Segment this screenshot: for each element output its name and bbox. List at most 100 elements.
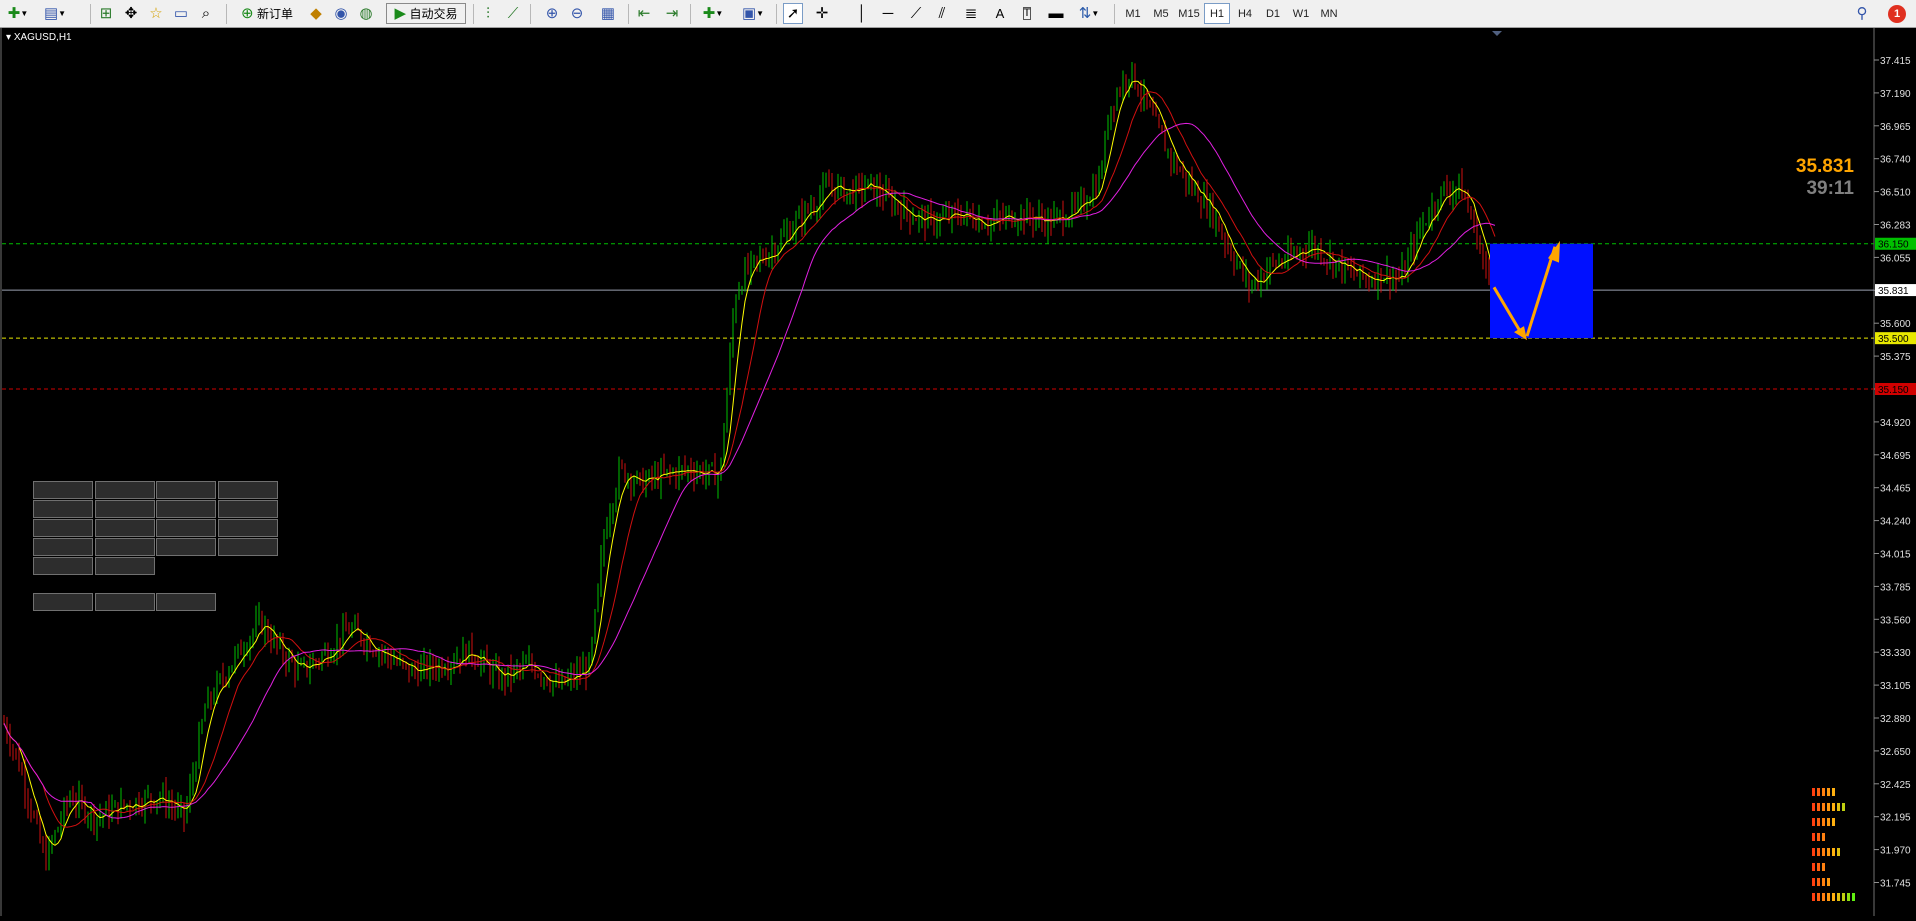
- symbol-button-us500[interactable]: [33, 538, 93, 556]
- chart-shift-icon[interactable]: ⇥: [662, 3, 682, 24]
- price-chart[interactable]: 37.415 37.190 36.965 36.740 36.510 36.283 36.0…: [0, 28, 1916, 916]
- price-axis-label: 32.195: [1880, 813, 1911, 824]
- timeframe-button-daily[interactable]: [156, 593, 216, 611]
- strength-bar: [1817, 848, 1820, 856]
- notifications-icon[interactable]: 1: [1886, 3, 1908, 24]
- price-axis-label: 36.055: [1880, 253, 1911, 264]
- price-level-label: 35.831: [1878, 286, 1909, 297]
- horizontal-line-icon[interactable]: ─: [878, 3, 898, 24]
- price-axis-label: 34.015: [1880, 550, 1911, 561]
- chart-menu-icon[interactable]: ▾: [6, 32, 11, 43]
- symbol-button-xageur[interactable]: [156, 481, 216, 499]
- strength-bar: [1827, 818, 1830, 826]
- profiles-icon[interactable]: ▤ ▼: [40, 3, 70, 24]
- timeframe-m15-button[interactable]: M15: [1176, 3, 1202, 24]
- symbol-button-hk50[interactable]: [33, 519, 93, 537]
- strength-bar: [1812, 788, 1815, 796]
- rectangle-icon[interactable]: ▬: [1046, 3, 1066, 24]
- text-label-icon[interactable]: T: [1017, 3, 1037, 24]
- line-chart-icon[interactable]: ⟋: [503, 3, 523, 24]
- toolbar-separator: [473, 4, 474, 24]
- price-axis-label: 37.190: [1880, 89, 1911, 100]
- strength-bar: [1817, 818, 1820, 826]
- price-axis-label: 32.880: [1880, 714, 1911, 725]
- symbol-button-us30[interactable]: [217, 519, 278, 537]
- timeframe-w1-button[interactable]: W1: [1288, 3, 1314, 24]
- strategy-tester-icon[interactable]: ⌕: [196, 3, 216, 24]
- notification-badge: 1: [1888, 4, 1906, 23]
- timeframe-d1-button[interactable]: D1: [1260, 3, 1286, 24]
- toolbar-separator: [1114, 4, 1115, 24]
- price-axis-label: 31.970: [1880, 846, 1911, 857]
- signals-icon[interactable]: ◉: [331, 3, 351, 24]
- timeframe-m5-button[interactable]: M5: [1148, 3, 1174, 24]
- price-axis-label: 36.740: [1880, 155, 1911, 166]
- strength-bars-cad: [1812, 878, 1830, 886]
- symbol-button-china50[interactable]: [156, 538, 216, 556]
- vertical-line-icon[interactable]: │: [852, 3, 872, 24]
- crosshair-icon[interactable]: ✛: [812, 3, 832, 24]
- strength-bars-eur: [1812, 788, 1835, 796]
- new-order-button[interactable]: ⊕ 新订单: [232, 3, 302, 24]
- text-icon[interactable]: A: [990, 3, 1010, 24]
- price-axis-label: 32.650: [1880, 747, 1911, 758]
- strength-bar: [1817, 878, 1820, 886]
- symbol-button-aus200[interactable]: [217, 500, 278, 518]
- strength-bar: [1822, 788, 1825, 796]
- terminal-icon[interactable]: ▭: [171, 3, 191, 24]
- meta-editor-icon[interactable]: ◆: [306, 3, 326, 24]
- price-axis-label: 33.330: [1880, 648, 1911, 659]
- symbol-button-xaueur[interactable]: [33, 500, 93, 518]
- strength-bar: [1832, 788, 1835, 796]
- zoom-in-icon[interactable]: ⊕: [542, 3, 562, 24]
- timeframe-button-4hr[interactable]: [94, 593, 155, 611]
- symbol-button-uk100[interactable]: [156, 519, 216, 537]
- strength-bar: [1842, 893, 1845, 901]
- bar-chart-icon[interactable]: ⫶: [478, 3, 498, 24]
- symbol-button-xtiusd[interactable]: [33, 557, 93, 575]
- templates-icon[interactable]: ▣ ▼: [738, 3, 768, 24]
- indicators-icon[interactable]: ✚ ▼: [698, 3, 728, 24]
- timeframe-h4-button[interactable]: H4: [1232, 3, 1258, 24]
- price-axis-label: 32.425: [1880, 780, 1911, 791]
- fibonacci-icon[interactable]: ≣: [961, 3, 981, 24]
- symbol-button-xbrusd[interactable]: [94, 557, 155, 575]
- toolbar: ✚ ▼ ▤ ▼ ⊞ ✥ ☆ ▭ ⌕ ⊕ 新订单 ◆ ◉ ◍ ▶ 自动交易 ⫶ ⟋ ⊕…: [0, 0, 1916, 28]
- symbol-button-usdpln[interactable]: [94, 481, 155, 499]
- strength-bar: [1852, 893, 1855, 901]
- trendline-icon[interactable]: ⟋: [906, 3, 926, 24]
- navigator-icon[interactable]: ✥: [121, 3, 141, 24]
- zoom-out-icon[interactable]: ⊖: [567, 3, 587, 24]
- auto-trading-button[interactable]: ▶ 自动交易: [386, 3, 466, 24]
- symbol-button-us2000[interactable]: [94, 538, 155, 556]
- chart-window[interactable]: 37.415 37.190 36.965 36.740 36.510 36.283 36.0…: [0, 28, 1916, 916]
- tile-windows-icon[interactable]: ▦: [598, 3, 618, 24]
- symbol-button-xauusd[interactable]: [94, 500, 155, 518]
- strength-bar: [1812, 848, 1815, 856]
- toolbar-separator: [530, 4, 531, 24]
- channel-icon[interactable]: ⫽: [932, 3, 952, 24]
- market-icon[interactable]: ◍: [356, 3, 376, 24]
- auto-trading-label: 自动交易: [409, 7, 458, 21]
- cursor-icon[interactable]: ➚: [783, 3, 803, 24]
- symbol-button-usdtry[interactable]: [33, 481, 93, 499]
- timeframe-h1-button[interactable]: H1: [1204, 3, 1230, 24]
- new-chart-icon[interactable]: ✚ ▼: [4, 3, 32, 24]
- symbol-button-xagusd[interactable]: [217, 481, 278, 499]
- arrows-icon[interactable]: ⇅ ▼: [1074, 3, 1104, 24]
- autoscroll-icon[interactable]: ⇤: [634, 3, 654, 24]
- strength-bar: [1812, 878, 1815, 886]
- strength-bar: [1837, 893, 1840, 901]
- strength-bar: [1812, 863, 1815, 871]
- symbol-button-xauaud[interactable]: [156, 500, 216, 518]
- market-watch-icon[interactable]: ⊞: [96, 3, 116, 24]
- timeframe-button-1hr[interactable]: [33, 593, 93, 611]
- symbol-button-jp225[interactable]: [94, 519, 155, 537]
- symbol-button-gbptry[interactable]: [217, 538, 278, 556]
- favorites-icon[interactable]: ☆: [146, 3, 166, 24]
- search-icon[interactable]: ⚲: [1852, 3, 1872, 24]
- timeframe-m1-button[interactable]: M1: [1120, 3, 1146, 24]
- toolbar-separator: [690, 4, 691, 24]
- timeframe-mn-button[interactable]: MN: [1316, 3, 1342, 24]
- current-price: 35.831: [1795, 156, 1854, 177]
